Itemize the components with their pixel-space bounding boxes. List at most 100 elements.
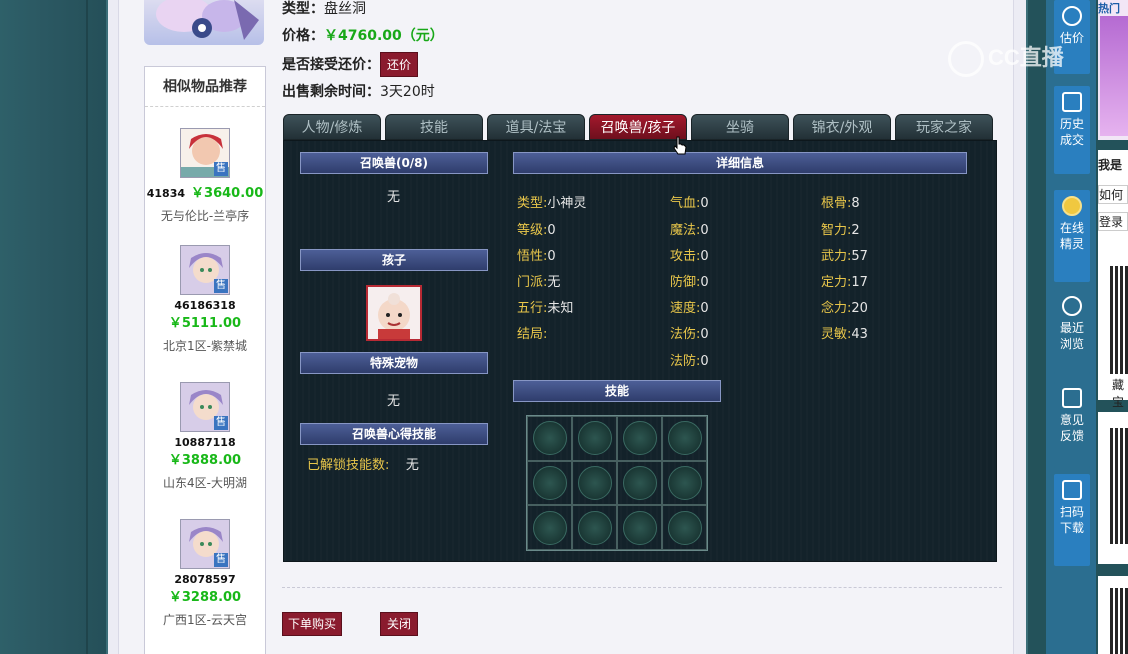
item-price: ￥3288.00 — [168, 590, 242, 605]
attr-speed: 速度:0 — [670, 301, 709, 316]
sidebar-label: 在线 精灵 — [1059, 221, 1084, 251]
qr-code — [1110, 266, 1128, 374]
tab-mounts[interactable]: 坐骑 — [691, 114, 789, 140]
item-server: 山东4区-大明湖 — [163, 476, 247, 490]
skill-slot[interactable] — [617, 505, 662, 550]
skill-slot[interactable] — [527, 416, 572, 461]
attr-endurance: 定力:17 — [821, 275, 868, 290]
attr-insight: 悟性:0 — [517, 249, 556, 264]
sidebar-item-feedback[interactable]: 意见 反馈 — [1054, 382, 1090, 468]
similar-item[interactable]: 售 28078597 ￥3288.00 广西1区-云天宫 — [145, 519, 265, 628]
counter-offer-label: 是否接受还价： — [282, 57, 380, 73]
attr-school: 门派:无 — [517, 275, 561, 290]
sprite-avatar-icon — [1062, 196, 1082, 216]
time-row: 出售剩余时间：3天20时 — [282, 81, 435, 101]
similar-item[interactable]: 售 10887118 ￥3888.00 山东4区-大明湖 — [145, 382, 265, 491]
login-button[interactable]: 登录 — [1098, 212, 1128, 231]
insight-skill-header: 召唤兽心得技能 — [300, 423, 488, 445]
skills-header: 技能 — [513, 380, 721, 402]
item-server: 北京1区-紫禁城 — [163, 339, 247, 353]
skill-slot[interactable] — [572, 505, 617, 550]
scan-icon — [1062, 480, 1082, 500]
time-value: 3天20时 — [380, 84, 435, 100]
hot-label: 热门 — [1098, 2, 1120, 15]
sidebar-label: 历史 成交 — [1059, 117, 1084, 147]
special-pet-none: 无 — [387, 394, 401, 409]
attr-element: 五行:未知 — [517, 301, 574, 316]
qr-card-2 — [1098, 576, 1128, 654]
item-price: ￥5111.00 — [168, 316, 242, 331]
sidebar-label: 意见 反馈 — [1059, 413, 1084, 443]
type-label: 类型： — [282, 1, 324, 17]
tab-skills[interactable]: 技能 — [385, 114, 483, 140]
similar-item[interactable]: 售 41834 ￥3640.00 无与伦比-兰亭序 — [145, 128, 265, 224]
hot-card[interactable]: 热门 — [1098, 0, 1128, 140]
character-avatar — [144, 0, 264, 45]
watermark-text: CC直播 — [988, 45, 1064, 70]
sidebar-item-history[interactable]: 历史 成交 — [1054, 86, 1090, 174]
cc-logo-icon — [948, 41, 984, 78]
detail-tabs: 人物/修炼 技能 道具/法宝 召唤兽/孩子 坐骑 锦衣/外观 玩家之家 — [283, 114, 993, 140]
attr-level: 等级:0 — [517, 223, 556, 238]
attr-agility: 灵敏:43 — [821, 327, 868, 342]
item-thumbnail[interactable]: 售 — [180, 519, 230, 569]
skill-slot[interactable] — [662, 505, 707, 550]
item-id: 41834 — [146, 187, 186, 200]
item-id: 28078597 — [174, 573, 236, 586]
skill-grid — [526, 415, 708, 551]
tab-items[interactable]: 道具/法宝 — [487, 114, 585, 140]
skill-slot[interactable] — [527, 505, 572, 550]
special-pet-header: 特殊宠物 — [300, 352, 488, 374]
attr-magic-damage: 法伤:0 — [670, 327, 709, 342]
sidebar-label: 扫码 下载 — [1059, 505, 1084, 535]
unlocked-skills-value: 无 — [405, 458, 419, 473]
sidebar-item-recent[interactable]: 最近 浏览 — [1054, 290, 1090, 374]
tab-home[interactable]: 玩家之家 — [895, 114, 993, 140]
item-price: ￥3888.00 — [168, 453, 242, 468]
how-link[interactable]: 如何 — [1098, 185, 1128, 204]
clock-icon — [1062, 296, 1082, 316]
skill-slot[interactable] — [572, 460, 617, 506]
attr-ending: 结局: — [517, 327, 548, 342]
skill-slot[interactable] — [617, 416, 662, 461]
qr-code — [1110, 428, 1128, 544]
tab-outfits[interactable]: 锦衣/外观 — [793, 114, 891, 140]
left-background — [0, 0, 110, 654]
attr-intelligence: 智力:2 — [821, 223, 860, 238]
sidebar-label: 最近 浏览 — [1059, 321, 1084, 351]
counter-offer-button[interactable]: 还价 — [380, 52, 419, 77]
divider — [282, 587, 1002, 588]
price-row: 价格：￥4760.00（元） — [282, 25, 444, 45]
sidebar-item-online-sprite[interactable]: 在线 精灵 — [1054, 190, 1090, 282]
item-thumbnail[interactable]: 售 — [180, 245, 230, 295]
attr-mind: 念力:20 — [821, 301, 868, 316]
sold-tag: 售 — [214, 553, 228, 567]
skill-slot[interactable] — [572, 416, 617, 461]
skill-slot[interactable] — [617, 460, 662, 506]
edit-icon — [1062, 388, 1082, 408]
skill-slot[interactable] — [662, 460, 707, 506]
item-thumbnail[interactable]: 售 — [180, 382, 230, 432]
sidebar-item-scan-download[interactable]: 扫码 下载 — [1054, 474, 1090, 566]
skill-slot[interactable] — [527, 460, 572, 506]
plus-circle-icon — [1062, 6, 1082, 26]
type-value: 盘丝洞 — [324, 1, 366, 17]
skill-slot[interactable] — [662, 416, 707, 461]
similar-item[interactable]: 售 46186318 ￥5111.00 北京1区-紫禁城 — [145, 245, 265, 354]
attr-constitution: 根骨:8 — [821, 196, 860, 211]
close-button[interactable]: 关闭 — [380, 612, 418, 636]
sold-tag: 售 — [214, 162, 228, 176]
unlocked-skills-label: 已解锁技能数: — [307, 458, 390, 473]
qr-card — [1098, 412, 1128, 564]
attr-attack: 攻击:0 — [670, 249, 709, 264]
item-thumbnail[interactable]: 售 — [180, 128, 230, 178]
item-id: 10887118 — [174, 436, 236, 449]
login-card: 我是 如何 登录 藏宝 — [1098, 150, 1128, 409]
sold-tag: 售 — [214, 416, 228, 430]
item-id: 46186318 — [174, 299, 236, 312]
attr-magic-defense: 法防:0 — [670, 354, 709, 369]
tab-character[interactable]: 人物/修炼 — [283, 114, 381, 140]
attr-strength: 武力:57 — [821, 249, 868, 264]
buy-button[interactable]: 下单购买 — [282, 612, 342, 636]
child-portrait[interactable] — [366, 285, 422, 341]
